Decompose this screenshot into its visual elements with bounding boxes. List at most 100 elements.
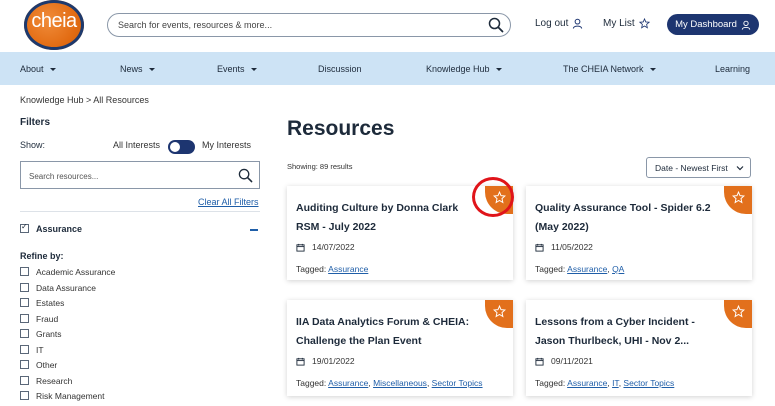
tagged-label: Tagged: xyxy=(535,264,566,274)
refine-item-other[interactable]: Other xyxy=(20,359,160,371)
tag-link[interactable]: QA xyxy=(612,264,624,274)
interests-toggle[interactable] xyxy=(168,140,195,154)
refine-label: Grants xyxy=(36,329,62,339)
caret-down-icon xyxy=(148,67,155,71)
my-dashboard-button[interactable]: My Dashboard xyxy=(667,14,759,35)
resource-tags: Tagged: Assurance, IT, Sector Topics xyxy=(535,378,675,388)
refine-checkbox[interactable] xyxy=(20,314,29,323)
nav-item-about[interactable]: About xyxy=(20,64,56,74)
resource-tags: Tagged: Assurance xyxy=(296,264,368,274)
date-text: 14/07/2022 xyxy=(312,242,355,252)
assurance-label: Assurance xyxy=(36,224,83,234)
refine-by-label: Refine by: xyxy=(20,251,64,261)
search-icon[interactable] xyxy=(488,17,504,33)
my-interests-label[interactable]: My Interests xyxy=(202,140,251,150)
site-search-input[interactable] xyxy=(118,17,478,33)
refine-item-grants[interactable]: Grants xyxy=(20,328,160,340)
resource-title[interactable]: Auditing Culture by Donna Clark RSM - Ju… xyxy=(296,199,484,237)
nav-label: The CHEIA Network xyxy=(563,64,644,74)
refine-item-it[interactable]: IT xyxy=(20,344,160,356)
tag-link[interactable]: Sector Topics xyxy=(623,378,674,388)
resource-search-box[interactable] xyxy=(20,161,260,189)
tag-link[interactable]: Assurance xyxy=(328,378,368,388)
tag-link[interactable]: Miscellaneous xyxy=(373,378,427,388)
tagged-label: Tagged: xyxy=(535,378,566,388)
nav-item-news[interactable]: News xyxy=(120,64,155,74)
refine-item-estates[interactable]: Estates xyxy=(20,297,160,309)
star-icon xyxy=(493,191,506,204)
breadcrumb[interactable]: Knowledge Hub > All Resources xyxy=(20,95,149,105)
resource-title[interactable]: IIA Data Analytics Forum & CHEIA: Challe… xyxy=(296,313,484,351)
logout-link[interactable]: Log out xyxy=(535,18,583,29)
tag-link[interactable]: Assurance xyxy=(567,264,607,274)
nav-item-events[interactable]: Events xyxy=(217,64,257,74)
date-text: 11/05/2022 xyxy=(551,242,593,252)
refine-label: Risk Management xyxy=(36,391,105,401)
refine-checkbox[interactable] xyxy=(20,329,29,338)
refine-checkbox[interactable] xyxy=(20,360,29,369)
user-icon xyxy=(741,20,751,30)
site-search-bar[interactable] xyxy=(107,13,511,37)
resource-card[interactable]: IIA Data Analytics Forum & CHEIA: Challe… xyxy=(287,300,513,396)
favourite-button[interactable] xyxy=(724,300,752,328)
refine-item-fraud[interactable]: Fraud xyxy=(20,313,160,325)
refine-label: Estates xyxy=(36,298,65,308)
refine-checkbox[interactable] xyxy=(20,283,29,292)
refine-item-academic-assurance[interactable]: Academic Assurance xyxy=(20,266,160,278)
refine-label: Data Assurance xyxy=(36,283,97,293)
all-interests-label[interactable]: All Interests xyxy=(113,140,160,150)
date-text: 09/11/2021 xyxy=(551,356,593,366)
nav-label: Events xyxy=(217,64,245,74)
favourite-button[interactable] xyxy=(485,186,513,214)
nav-item-learning[interactable]: Learning xyxy=(715,64,750,74)
page-title: Resources xyxy=(287,117,395,140)
collapse-minus-icon[interactable] xyxy=(250,229,258,231)
assurance-filter[interactable]: Assurance xyxy=(20,222,260,237)
resource-card[interactable]: Quality Assurance Tool - Spider 6.2 (May… xyxy=(526,186,752,280)
resource-title[interactable]: Lessons from a Cyber Incident - Jason Th… xyxy=(535,313,723,351)
nav-item-discussion[interactable]: Discussion xyxy=(318,64,362,74)
resource-card[interactable]: Auditing Culture by Donna Clark RSM - Ju… xyxy=(287,186,513,280)
refine-checkbox[interactable] xyxy=(20,345,29,354)
tag-link[interactable]: Sector Topics xyxy=(432,378,483,388)
resource-search-input[interactable] xyxy=(29,169,229,183)
nav-item-knowledge-hub[interactable]: Knowledge Hub xyxy=(426,64,502,74)
refine-checkbox[interactable] xyxy=(20,267,29,276)
nav-label: Learning xyxy=(715,64,751,74)
resource-tags: Tagged: Assurance, QA xyxy=(535,264,625,274)
star-icon xyxy=(732,305,745,318)
logout-label: Log out xyxy=(535,18,569,29)
tag-link[interactable]: Assurance xyxy=(567,378,607,388)
user-icon xyxy=(573,18,583,29)
refine-checkbox[interactable] xyxy=(20,391,29,400)
caret-down-icon xyxy=(49,67,56,71)
search-icon[interactable] xyxy=(238,168,253,183)
favourite-button[interactable] xyxy=(485,300,513,328)
resource-title[interactable]: Quality Assurance Tool - Spider 6.2 (May… xyxy=(535,199,723,237)
resource-tags: Tagged: Assurance, Miscellaneous, Sector… xyxy=(296,378,483,388)
tag-link[interactable]: Assurance xyxy=(328,264,368,274)
refine-checkbox[interactable] xyxy=(20,376,29,385)
star-icon xyxy=(732,191,745,204)
chevron-down-icon xyxy=(736,166,744,171)
refine-item-data-assurance[interactable]: Data Assurance xyxy=(20,282,160,294)
refine-item-risk-management[interactable]: Risk Management xyxy=(20,390,160,402)
refine-item-research[interactable]: Research xyxy=(20,375,160,387)
refine-checkbox[interactable] xyxy=(20,298,29,307)
sort-value: Date - Newest First xyxy=(655,162,728,173)
sort-select[interactable]: Date - Newest First xyxy=(646,157,751,178)
clear-all-filters-link[interactable]: Clear All Filters xyxy=(198,197,259,207)
resource-card[interactable]: Lessons from a Cyber Incident - Jason Th… xyxy=(526,300,752,396)
star-icon xyxy=(638,18,650,29)
logo-text: cheia xyxy=(31,10,77,32)
nav-label: News xyxy=(120,64,143,74)
assurance-checkbox[interactable] xyxy=(20,222,29,233)
tagged-label: Tagged: xyxy=(296,264,327,274)
main-nav: About News Events Discussion Knowledge H… xyxy=(0,52,775,85)
my-list-link[interactable]: My List xyxy=(603,18,650,29)
cheia-logo[interactable]: cheia xyxy=(24,0,84,50)
nav-item-cheia-network[interactable]: The CHEIA Network xyxy=(563,64,656,74)
tag-link[interactable]: IT xyxy=(612,378,619,388)
favourite-button[interactable] xyxy=(724,186,752,214)
site-header: cheia Log out My List My Dashboard xyxy=(0,0,775,52)
